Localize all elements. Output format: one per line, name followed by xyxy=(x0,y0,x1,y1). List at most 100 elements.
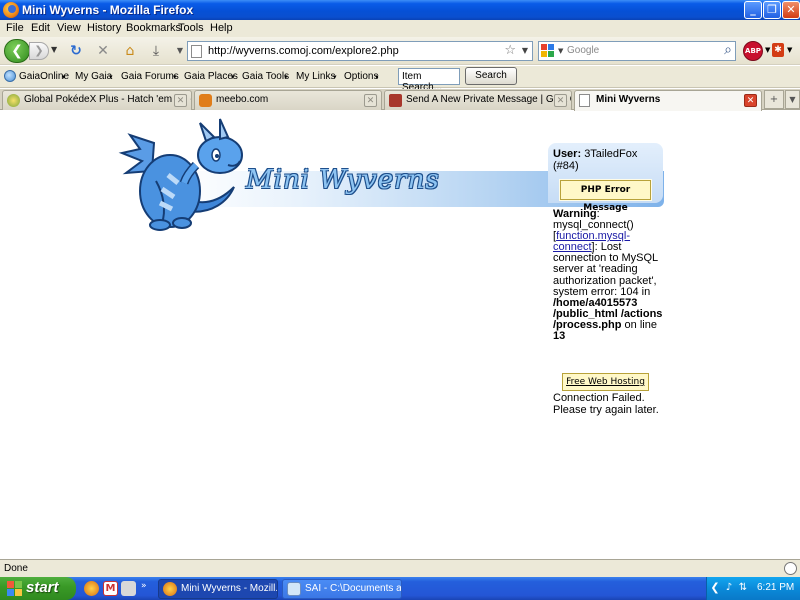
dropdown-icon: ▾ xyxy=(333,74,337,81)
free-web-hosting-button[interactable]: Free Web Hosting xyxy=(562,373,649,391)
status-bar: Done xyxy=(0,559,800,577)
wyvern-logo-icon xyxy=(118,118,243,231)
tab-close-icon[interactable]: ✕ xyxy=(744,94,757,107)
home-icon[interactable]: ⌂ xyxy=(122,43,138,59)
forward-button[interactable]: ❯ xyxy=(29,42,49,60)
minimize-button[interactable]: _ xyxy=(744,1,762,19)
menu-tools[interactable]: Tools xyxy=(178,22,204,34)
security-dropdown-icon[interactable]: ▼ xyxy=(787,46,792,54)
task-label: SAI - C:\Documents a... xyxy=(305,583,402,594)
menu-file[interactable]: File xyxy=(6,22,24,34)
gaia-menu-gaia-places[interactable]: Gaia Places xyxy=(184,71,238,82)
search-magnifier-icon[interactable]: ⌕ xyxy=(724,42,732,58)
tab-label: Global PokédeX Plus - Hatch 'em all! -..… xyxy=(24,94,192,105)
menu-bookmarks[interactable]: Bookmarks xyxy=(126,22,181,34)
tab-label: Send A New Private Message | Gaia O... xyxy=(406,94,572,105)
gaia-search-button[interactable]: Search xyxy=(465,67,517,85)
adblock-dropdown-icon[interactable]: ▼ xyxy=(765,46,770,54)
taskbar: start M » Mini Wyverns - Mozill... SAI -… xyxy=(0,577,800,600)
bookmark-star-icon[interactable]: ☆ xyxy=(504,43,516,58)
gaia-menu-my-gaia[interactable]: My Gaia xyxy=(75,71,112,82)
close-button[interactable]: ✕ xyxy=(782,1,800,19)
start-label: start xyxy=(26,579,59,596)
user-info: User: 3TailedFox (#84) xyxy=(553,148,663,172)
back-button[interactable]: ❮ xyxy=(4,39,30,63)
page-content: Mini Wyverns User: 3TailedFox (#84) PHP … xyxy=(0,111,800,559)
tray-collapse-icon[interactable]: ❮ xyxy=(709,582,721,594)
connection-failed-text: Connection Failed. Please try again late… xyxy=(553,392,659,416)
url-bar[interactable]: http://wyverns.comoj.com/explore2.php ☆ … xyxy=(187,41,533,61)
tab-strip: Global PokédeX Plus - Hatch 'em all! -..… xyxy=(0,89,800,111)
taskbar-item-sai[interactable]: SAI - C:\Documents a... xyxy=(282,579,402,599)
sai-task-icon xyxy=(287,582,301,596)
stop-icon[interactable]: ✕ xyxy=(95,43,111,59)
tab-close-icon[interactable]: ✕ xyxy=(554,94,567,107)
php-error-message-button[interactable]: PHP Error Message xyxy=(559,179,652,213)
php-warning-text: Warning: mysql_connect() [function.mysql… xyxy=(553,208,665,343)
search-placeholder: Google xyxy=(567,45,600,56)
dropdown-icon: ▾ xyxy=(284,74,288,81)
search-box[interactable]: ▼ Google ⌕ xyxy=(538,41,736,61)
taskbar-item-firefox[interactable]: Mini Wyverns - Mozill... xyxy=(158,579,278,599)
menu-edit[interactable]: Edit xyxy=(31,22,50,34)
banner-title: Mini Wyverns xyxy=(246,165,440,195)
tab-pokedex[interactable]: Global PokédeX Plus - Hatch 'em all! -..… xyxy=(2,90,192,110)
menu-view[interactable]: View xyxy=(57,22,81,34)
tab-close-icon[interactable]: ✕ xyxy=(364,94,377,107)
page-icon xyxy=(191,45,202,58)
history-dropdown-icon[interactable]: ▼ xyxy=(51,45,57,54)
gaia-menu-my-links[interactable]: My Links xyxy=(296,71,335,82)
gaia-menu-gaia-tools[interactable]: Gaia Tools xyxy=(242,71,289,82)
quicklaunch-expand-icon[interactable]: » xyxy=(141,581,156,596)
new-tab-icon[interactable]: + xyxy=(764,90,784,109)
gmail-quicklaunch-icon[interactable]: M xyxy=(103,581,118,596)
dropdown-icon: ▾ xyxy=(62,74,66,81)
menu-bar: File Edit View History Bookmarks Tools H… xyxy=(0,20,800,37)
firefox-quicklaunch-icon[interactable] xyxy=(84,581,99,596)
url-dropdown-icon[interactable]: ▼ xyxy=(522,46,528,55)
tab-label: meebo.com xyxy=(216,94,269,105)
meebo-favicon-icon xyxy=(199,94,212,107)
volume-icon[interactable]: ♪ xyxy=(723,582,735,594)
tray-clock: 6:21 PM xyxy=(757,582,795,593)
reload-icon[interactable]: ↻ xyxy=(68,43,84,59)
adblock-icon[interactable]: ABP xyxy=(743,41,763,61)
gaia-menu-options[interactable]: Options xyxy=(344,71,378,82)
menu-help[interactable]: Help xyxy=(210,22,233,34)
firefox-task-icon xyxy=(163,582,177,596)
dropdown-icon: ▾ xyxy=(173,74,177,81)
maximize-button[interactable]: ❐ xyxy=(763,1,781,19)
download-icon[interactable]: ⤓ xyxy=(148,43,164,59)
gaia-menu-gaia-forums[interactable]: Gaia Forums xyxy=(121,71,179,82)
window-titlebar[interactable]: Mini Wyverns - Mozilla Firefox _ ❐ ✕ xyxy=(0,0,800,20)
app-quicklaunch-icon[interactable] xyxy=(121,581,136,596)
tab-mini-wyverns[interactable]: Mini Wyverns ✕ xyxy=(574,90,762,111)
network-icon[interactable]: ⇅ xyxy=(737,582,749,594)
tab-label: Mini Wyverns xyxy=(596,94,661,105)
google-icon[interactable] xyxy=(541,44,556,59)
user-label: User: xyxy=(553,148,582,160)
tab-meebo[interactable]: meebo.com ✕ xyxy=(194,90,382,110)
menu-history[interactable]: History xyxy=(87,22,121,34)
navigation-toolbar: ❮ ❯ ▼ ↻ ✕ ⌂ ⤓ ▼ http://wyverns.comoj.com… xyxy=(0,37,800,65)
tab-gaia-message[interactable]: Send A New Private Message | Gaia O... ✕ xyxy=(384,90,572,110)
gaia-logo-icon[interactable] xyxy=(4,70,16,82)
item-search-input[interactable]: Item Search... xyxy=(398,68,460,93)
tab-close-icon[interactable]: ✕ xyxy=(174,94,187,107)
pokedex-favicon-icon xyxy=(7,94,20,107)
gaia-toolbar: GaiaOnline ▾ My Gaia ▾ Gaia Forums ▾ Gaia P… xyxy=(0,66,800,93)
warning-line-number: 13 xyxy=(553,330,566,343)
search-engine-dropdown-icon[interactable]: ▼ xyxy=(558,47,563,55)
url-text: http://wyverns.comoj.com/explore2.php xyxy=(208,45,399,57)
dropdown-icon: ▾ xyxy=(231,74,235,81)
security-lock-icon[interactable]: ✱ xyxy=(772,43,784,57)
warning-on-line-text: on line xyxy=(621,318,657,331)
toolbar-dropdown-icon[interactable]: ▼ xyxy=(172,43,188,59)
window-title: Mini Wyverns - Mozilla Firefox xyxy=(22,3,194,17)
user-id: (#84) xyxy=(553,160,579,172)
start-button[interactable]: start xyxy=(0,577,76,600)
tab-list-dropdown-icon[interactable]: ▼ xyxy=(785,90,800,109)
firefox-icon xyxy=(3,2,19,18)
windows-logo-icon xyxy=(7,581,22,596)
resize-grip-icon[interactable] xyxy=(784,562,797,575)
